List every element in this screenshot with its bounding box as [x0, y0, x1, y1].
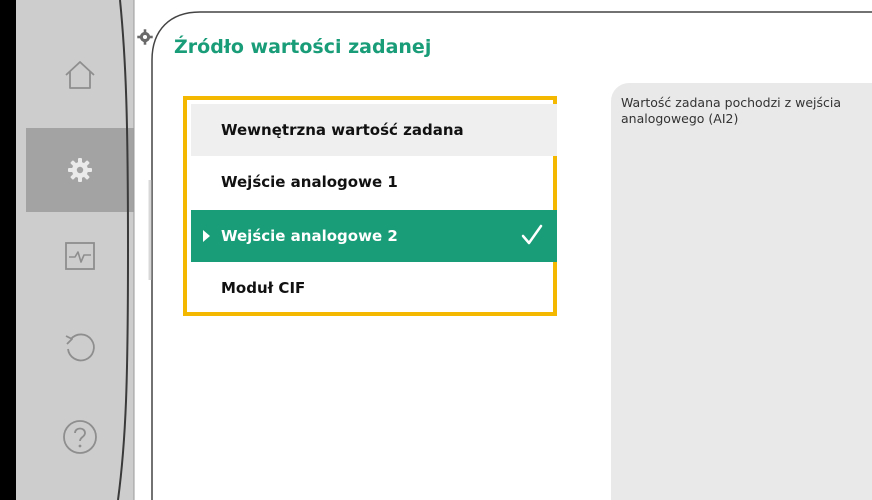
- option-label: Wewnętrzna wartość zadana: [221, 121, 464, 139]
- info-text: Wartość zadana pochodzi z wejścia analog…: [621, 95, 842, 126]
- checkmark-icon: [521, 224, 543, 245]
- info-panel: Wartość zadana pochodzi z wejścia analog…: [611, 83, 872, 500]
- option-list: Wewnętrzna wartość zadana Wejście analog…: [183, 96, 557, 316]
- option-label: Wejście analogowe 1: [221, 173, 398, 191]
- option-label: Moduł CIF: [221, 279, 306, 297]
- option-analog-input-2[interactable]: Wejście analogowe 2: [191, 210, 557, 262]
- option-label: Wejście analogowe 2: [221, 227, 398, 245]
- option-analog-input-1[interactable]: Wejście analogowe 1: [191, 156, 557, 208]
- option-cif-module[interactable]: Moduł CIF: [191, 262, 557, 314]
- option-internal-setpoint[interactable]: Wewnętrzna wartość zadana: [191, 104, 557, 156]
- settings-breadcrumb-icon: [137, 29, 153, 45]
- selection-arrow-icon: [203, 230, 210, 242]
- page-title: Źródło wartości zadanej: [174, 36, 432, 58]
